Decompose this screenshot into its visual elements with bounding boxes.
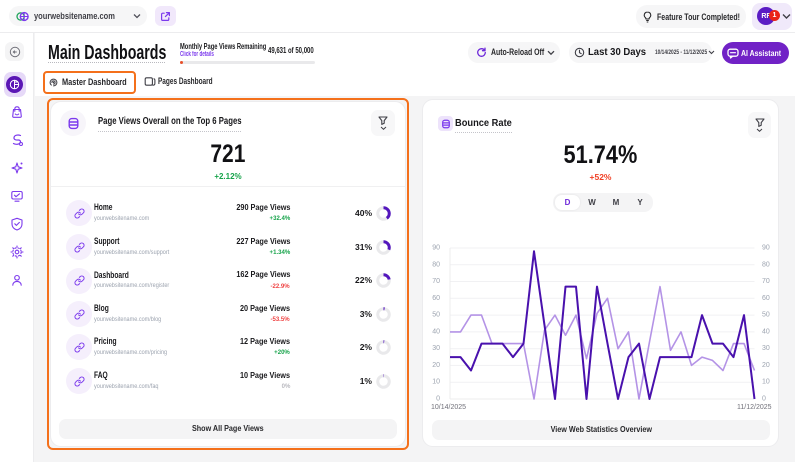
svg-text:40: 40 — [432, 328, 440, 335]
svg-text:30: 30 — [432, 345, 440, 352]
svg-text:70: 70 — [432, 278, 440, 285]
svg-text:11/12/2025: 11/12/2025 — [737, 404, 772, 411]
svg-text:90: 90 — [762, 245, 770, 252]
svg-text:10: 10 — [432, 379, 440, 386]
svg-text:90: 90 — [432, 245, 440, 252]
svg-text:80: 80 — [432, 261, 440, 268]
svg-text:40: 40 — [762, 328, 770, 335]
svg-text:0: 0 — [762, 396, 766, 403]
svg-text:10: 10 — [762, 379, 770, 386]
svg-text:10/14/2025: 10/14/2025 — [431, 404, 466, 411]
svg-text:80: 80 — [762, 261, 770, 268]
svg-text:50: 50 — [432, 312, 440, 319]
svg-text:50: 50 — [762, 312, 770, 319]
svg-text:30: 30 — [762, 345, 770, 352]
svg-text:0: 0 — [436, 396, 440, 403]
svg-text:20: 20 — [762, 362, 770, 369]
svg-text:70: 70 — [762, 278, 770, 285]
svg-text:20: 20 — [432, 362, 440, 369]
svg-text:60: 60 — [762, 295, 770, 302]
svg-text:60: 60 — [432, 295, 440, 302]
